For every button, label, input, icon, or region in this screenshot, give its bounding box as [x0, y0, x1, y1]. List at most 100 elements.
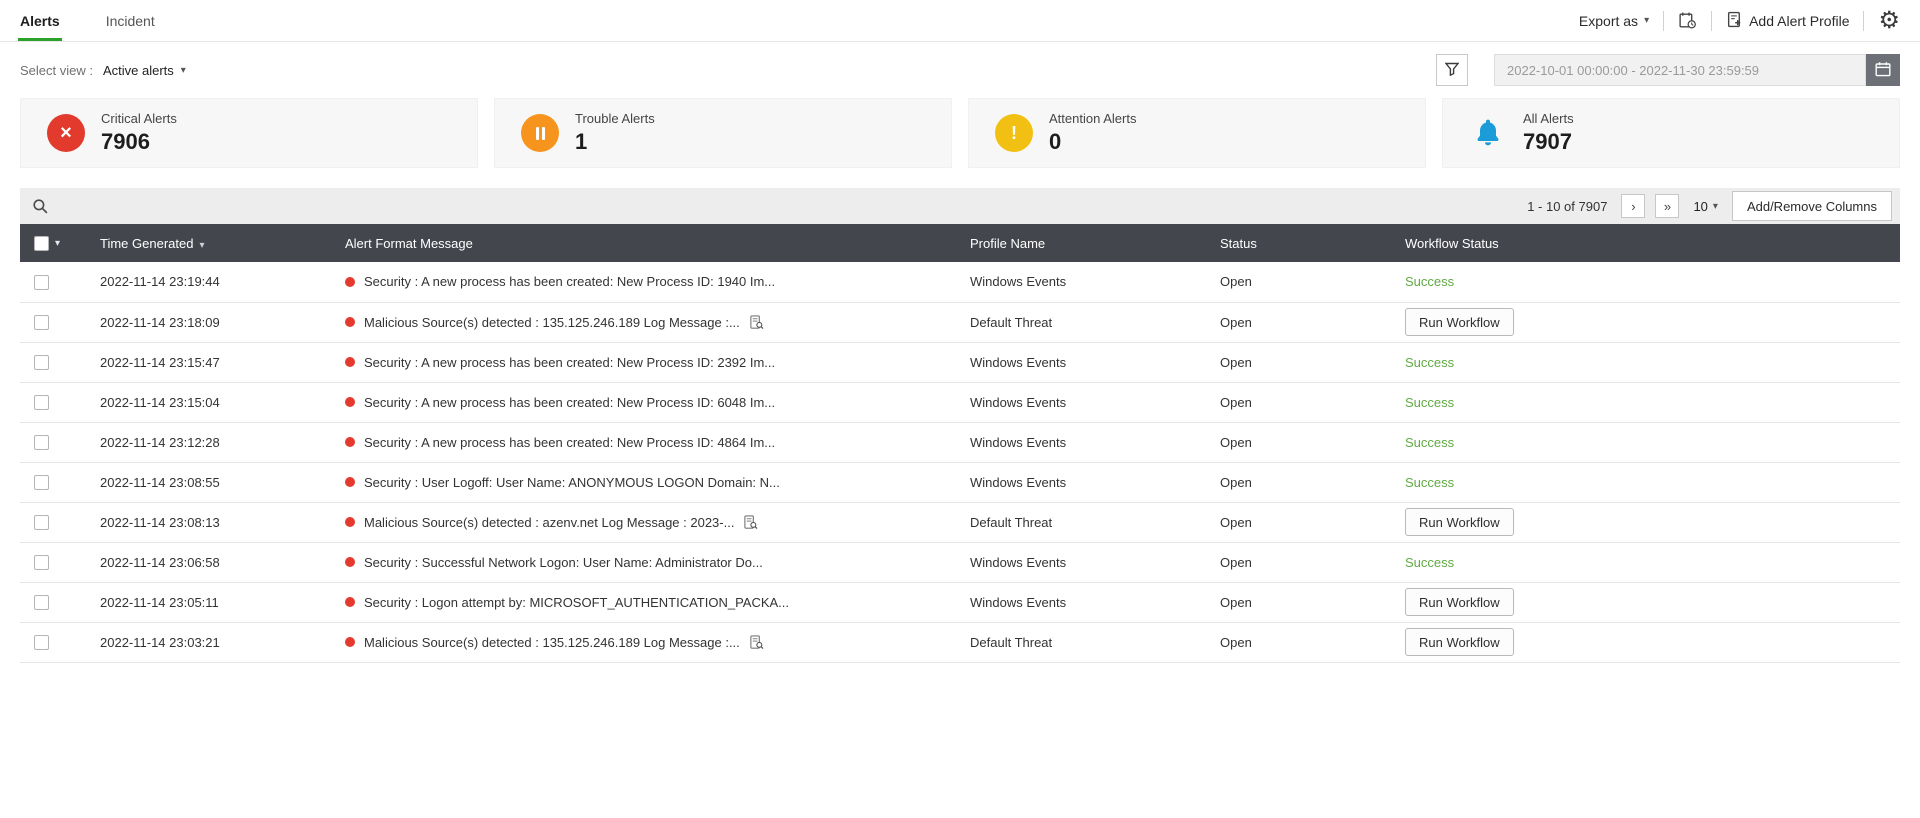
- select-all-dropdown-icon[interactable]: ▾: [55, 238, 60, 249]
- row-checkbox[interactable]: [34, 274, 49, 290]
- cell-message: Security : A new process has been create…: [364, 394, 776, 410]
- table-row[interactable]: 2022-11-14 23:12:28 Security : A new pro…: [20, 422, 1900, 463]
- divider: [1711, 10, 1713, 31]
- pagination-controls: 1 - 10 of 7907 › » 10 ▾ Add/Remove Colum…: [1527, 191, 1892, 221]
- cell-time: 2022-11-14 23:15:47: [90, 342, 335, 383]
- calendar-button[interactable]: [1866, 54, 1900, 86]
- export-as-label: Export as: [1578, 12, 1639, 29]
- cell-time: 2022-11-14 23:12:28: [90, 422, 335, 463]
- cell-time: 2022-11-14 23:03:21: [90, 622, 335, 663]
- cell-time: 2022-11-14 23:06:58: [90, 542, 335, 583]
- col-header-message[interactable]: Alert Format Message: [335, 224, 960, 262]
- table-header-row: ▾ Time Generated ▾ Alert Format Message P…: [20, 224, 1900, 262]
- severity-dot-icon: [345, 637, 355, 647]
- log-search-icon[interactable]: [749, 634, 764, 650]
- severity-dot-icon: [345, 477, 355, 487]
- cell-profile: Windows Events: [960, 542, 1210, 583]
- row-checkbox[interactable]: [34, 635, 49, 651]
- divider: [1863, 10, 1865, 31]
- critical-alerts-card[interactable]: × Critical Alerts 7906: [20, 98, 478, 168]
- table-row[interactable]: 2022-11-14 23:08:13 Malicious Source(s) …: [20, 502, 1900, 543]
- cell-message: Malicious Source(s) detected : 135.125.2…: [364, 314, 740, 330]
- table-row[interactable]: 2022-11-14 23:06:58 Security : Successfu…: [20, 542, 1900, 583]
- attention-alerts-card[interactable]: ! Attention Alerts 0: [968, 98, 1426, 168]
- log-search-icon[interactable]: [749, 314, 764, 330]
- settings-gear-icon[interactable]: ⚙: [1878, 8, 1900, 33]
- col-header-time[interactable]: Time Generated ▾: [90, 224, 335, 262]
- workflow-success-label: Success: [1405, 554, 1455, 570]
- cell-time: 2022-11-14 23:19:44: [90, 262, 335, 303]
- select-all-checkbox[interactable]: [34, 235, 49, 251]
- cell-profile: Default Threat: [960, 302, 1210, 343]
- row-checkbox[interactable]: [34, 435, 49, 451]
- alert-summary-cards: × Critical Alerts 7906 Trouble Alerts 1 …: [0, 96, 1920, 168]
- col-header-profile[interactable]: Profile Name: [960, 224, 1210, 262]
- table-row[interactable]: 2022-11-14 23:03:21 Malicious Source(s) …: [20, 622, 1900, 663]
- sort-caret-icon[interactable]: ▾: [199, 240, 204, 251]
- cell-time: 2022-11-14 23:05:11: [90, 582, 335, 623]
- severity-dot-icon: [345, 517, 355, 527]
- table-row[interactable]: 2022-11-14 23:15:04 Security : A new pro…: [20, 382, 1900, 423]
- date-filter-group: [1436, 54, 1900, 86]
- table-row[interactable]: 2022-11-14 23:15:47 Security : A new pro…: [20, 342, 1900, 383]
- critical-alerts-count: 7906: [101, 129, 150, 154]
- topbar-actions: Export as ▾ Add Alert Profile ⚙: [1579, 8, 1900, 33]
- cell-status: Open: [1210, 262, 1395, 303]
- select-view-label: Select view :: [20, 62, 93, 78]
- row-checkbox[interactable]: [34, 315, 49, 331]
- row-checkbox[interactable]: [34, 555, 49, 571]
- view-selector-dropdown[interactable]: Active alerts ▾: [103, 63, 186, 78]
- page-size-value: 10: [1693, 198, 1708, 214]
- workflow-success-label: Success: [1405, 434, 1455, 450]
- table-row[interactable]: 2022-11-14 23:19:44 Security : A new pro…: [20, 262, 1900, 303]
- trouble-alerts-card[interactable]: Trouble Alerts 1: [494, 98, 952, 168]
- chevron-down-icon: ▾: [180, 64, 186, 76]
- row-checkbox[interactable]: [34, 475, 49, 491]
- table-row[interactable]: 2022-11-14 23:05:11 Security : Logon att…: [20, 582, 1900, 623]
- table-row[interactable]: 2022-11-14 23:18:09 Malicious Source(s) …: [20, 302, 1900, 343]
- severity-dot-icon: [345, 437, 355, 447]
- table-toolbar: 1 - 10 of 7907 › » 10 ▾ Add/Remove Colum…: [20, 188, 1900, 224]
- row-checkbox[interactable]: [34, 515, 49, 531]
- row-checkbox[interactable]: [34, 595, 49, 611]
- tab-incident[interactable]: Incident: [106, 0, 155, 41]
- chevron-down-icon: ▾: [1712, 200, 1718, 212]
- search-icon[interactable]: [28, 198, 53, 215]
- run-workflow-button[interactable]: Run Workflow: [1405, 508, 1514, 536]
- col-header-workflow[interactable]: Workflow Status: [1395, 224, 1900, 262]
- filter-button[interactable]: [1436, 54, 1468, 86]
- export-as-button[interactable]: Export as ▾: [1579, 13, 1649, 29]
- add-profile-icon: [1726, 11, 1743, 31]
- add-alert-profile-button[interactable]: Add Alert Profile: [1726, 11, 1849, 31]
- severity-dot-icon: [345, 357, 355, 367]
- run-workflow-button[interactable]: Run Workflow: [1405, 628, 1514, 656]
- cell-message: Security : A new process has been create…: [364, 274, 776, 290]
- cell-status: Open: [1210, 542, 1395, 583]
- last-page-button[interactable]: »: [1655, 194, 1680, 218]
- cell-message: Security : Successful Network Logon: Use…: [364, 554, 763, 570]
- cell-status: Open: [1210, 582, 1395, 623]
- page-size-dropdown[interactable]: 10 ▾: [1689, 199, 1722, 214]
- schedule-report-icon[interactable]: [1678, 11, 1697, 30]
- all-alerts-label: All Alerts: [1523, 111, 1574, 126]
- tab-alerts[interactable]: Alerts: [18, 0, 62, 41]
- row-checkbox[interactable]: [34, 395, 49, 411]
- tab-alerts-label: Alerts: [20, 12, 60, 29]
- trouble-alerts-label: Trouble Alerts: [575, 111, 655, 126]
- run-workflow-button[interactable]: Run Workflow: [1405, 308, 1514, 336]
- topbar: Alerts Incident Export as ▾ Add Alert Pr…: [0, 0, 1920, 42]
- all-alerts-card[interactable]: All Alerts 7907: [1442, 98, 1900, 168]
- workflow-success-label: Success: [1405, 394, 1455, 410]
- log-search-icon[interactable]: [743, 514, 758, 530]
- date-range-input[interactable]: [1494, 54, 1866, 86]
- add-remove-columns-button[interactable]: Add/Remove Columns: [1731, 191, 1892, 221]
- bell-icon: [1469, 114, 1507, 152]
- run-workflow-button[interactable]: Run Workflow: [1405, 588, 1514, 616]
- cell-profile: Default Threat: [960, 502, 1210, 543]
- row-checkbox[interactable]: [34, 355, 49, 371]
- table-row[interactable]: 2022-11-14 23:08:55 Security : User Logo…: [20, 462, 1900, 503]
- next-page-button[interactable]: ›: [1621, 194, 1646, 218]
- severity-dot-icon: [345, 276, 355, 287]
- col-header-status[interactable]: Status: [1210, 224, 1395, 262]
- cell-status: Open: [1210, 622, 1395, 663]
